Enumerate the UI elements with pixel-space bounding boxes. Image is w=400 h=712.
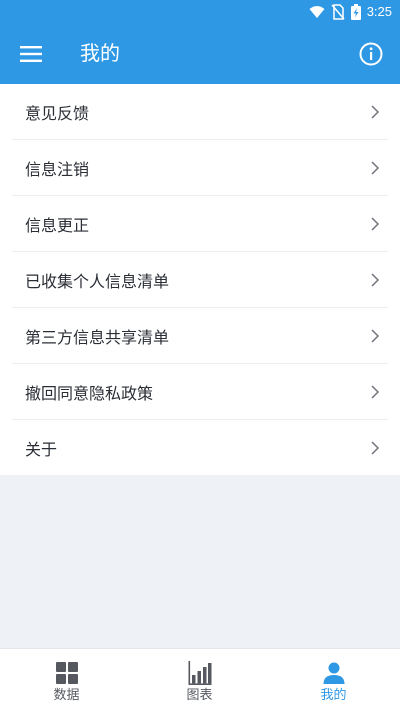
grid-icon — [55, 662, 78, 684]
menu-icon — [20, 46, 42, 62]
list-item-third-party-sharing[interactable]: 第三方信息共享清单 — [0, 308, 400, 363]
list-item-collected-info[interactable]: 已收集个人信息清单 — [0, 252, 400, 307]
nav-label: 图表 — [186, 688, 213, 703]
list-item-label: 信息更正 — [25, 215, 90, 235]
chevron-right-icon — [371, 272, 380, 287]
list-item-label: 已收集个人信息清单 — [25, 271, 170, 291]
settings-list: 意见反馈 信息注销 信息更正 已收集个人信息清单 第三方信息共享清单 撤回同意隐… — [0, 84, 400, 475]
list-item-label: 第三方信息共享清单 — [25, 327, 170, 347]
nav-label: 数据 — [53, 688, 80, 703]
chevron-right-icon — [371, 104, 380, 119]
chevron-right-icon — [371, 384, 380, 399]
list-item-feedback[interactable]: 意见反馈 — [0, 84, 400, 139]
chevron-right-icon — [371, 440, 380, 455]
app-bar: 我的 — [0, 24, 400, 84]
person-icon — [323, 662, 344, 684]
status-time: 3:25 — [366, 4, 392, 19]
list-item-about[interactable]: 关于 — [0, 420, 400, 475]
info-button[interactable] — [358, 41, 384, 67]
nav-item-mine[interactable]: 我的 — [267, 649, 400, 712]
nav-item-chart[interactable]: 图表 — [133, 649, 266, 712]
page-title: 我的 — [80, 41, 120, 65]
list-item-label: 关于 — [25, 439, 58, 459]
list-item-revoke-privacy[interactable]: 撤回同意隐私政策 — [0, 364, 400, 419]
menu-button[interactable] — [17, 42, 45, 66]
chevron-right-icon — [371, 328, 380, 343]
battery-charging-icon — [350, 4, 361, 20]
bar-chart-icon — [188, 661, 211, 685]
list-item-label: 信息注销 — [25, 159, 90, 179]
nav-label: 我的 — [320, 688, 347, 703]
nav-item-data[interactable]: 数据 — [0, 649, 133, 712]
bottom-nav: 数据 图表 我的 — [0, 648, 400, 712]
chevron-right-icon — [371, 216, 380, 231]
info-icon — [359, 42, 383, 66]
list-item-account-cancel[interactable]: 信息注销 — [0, 140, 400, 195]
chevron-right-icon — [371, 160, 380, 175]
list-item-label: 意见反馈 — [25, 103, 90, 123]
no-sim-icon — [331, 4, 345, 20]
status-bar: 3:25 — [0, 0, 400, 24]
list-item-info-correction[interactable]: 信息更正 — [0, 196, 400, 251]
list-item-label: 撤回同意隐私政策 — [25, 383, 154, 403]
wifi-icon — [309, 6, 325, 18]
status-icons: 3:25 — [309, 2, 392, 22]
